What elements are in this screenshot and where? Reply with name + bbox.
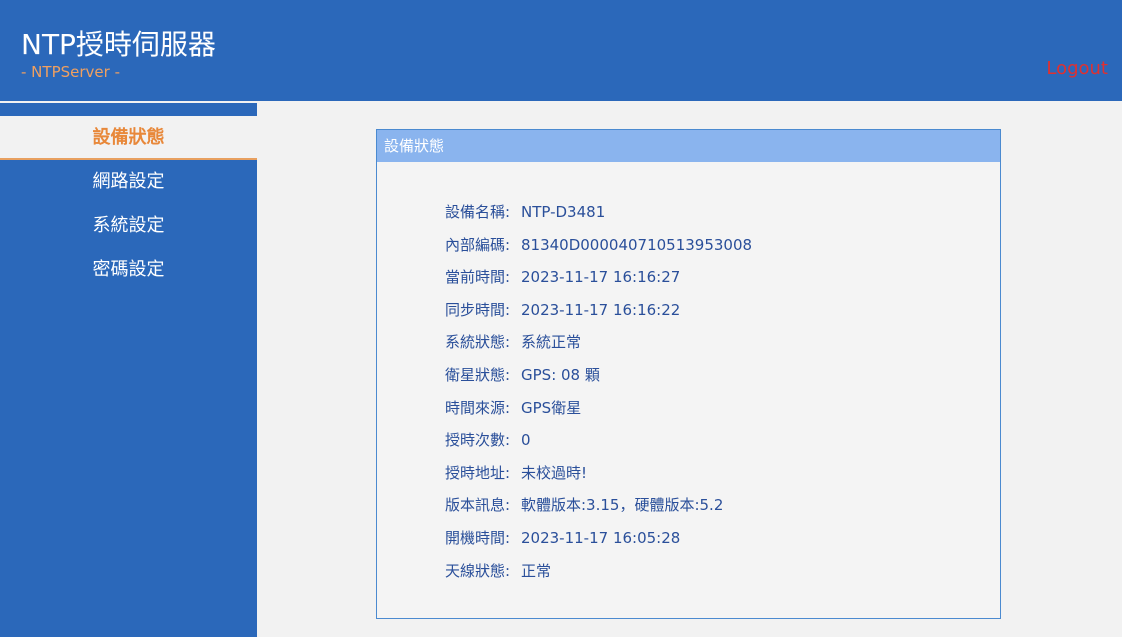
status-row-antenna-status: 天線狀態: 正常 xyxy=(445,555,752,588)
row-label: 系統狀態: xyxy=(445,333,511,352)
app-title: NTP授時伺服器 xyxy=(21,28,216,61)
status-row-timing-address: 授時地址: 未校過時! xyxy=(445,457,752,490)
sidebar-item-system-settings[interactable]: 系統設定 xyxy=(0,204,257,248)
status-row-version-info: 版本訊息: 軟體版本:3.15，硬體版本:5.2 xyxy=(445,489,752,522)
row-value: 軟體版本:3.15，硬體版本:5.2 xyxy=(521,496,724,515)
row-label: 天線狀態: xyxy=(445,561,511,580)
row-label: 開機時間: xyxy=(445,528,511,547)
status-row-system-status: 系統狀態: 系統正常 xyxy=(445,326,752,359)
row-value: 2023-11-17 16:16:27 xyxy=(521,268,681,287)
row-value: 0 xyxy=(521,431,531,450)
sidebar-item-network-settings[interactable]: 網路設定 xyxy=(0,160,257,204)
app-subtitle: - NTPServer - xyxy=(21,63,120,81)
row-value: 正常 xyxy=(521,561,552,580)
row-label: 當前時間: xyxy=(445,268,511,287)
status-row-current-time: 當前時間: 2023-11-17 16:16:27 xyxy=(445,261,752,294)
row-value: 系統正常 xyxy=(521,333,582,352)
row-label: 內部編碼: xyxy=(445,235,511,254)
header-bar: NTP授時伺服器 - NTPServer - Logout xyxy=(0,0,1122,101)
row-label: 授時地址: xyxy=(445,463,511,482)
row-value: 81340D000040710513953008 xyxy=(521,235,753,254)
row-label: 設備名稱: xyxy=(445,203,511,221)
status-row-boot-time: 開機時間: 2023-11-17 16:05:28 xyxy=(445,522,752,555)
row-value: 2023-11-17 16:16:22 xyxy=(521,300,681,319)
status-row-time-source: 時間來源: GPS衛星 xyxy=(445,392,752,425)
status-panel: 設備狀態 設備名稱: NTP-D3481 內部編碼: 81340D0000407… xyxy=(376,129,1001,619)
status-list: 設備名稱: NTP-D3481 內部編碼: 81340D000040710513… xyxy=(445,196,752,587)
status-row-sync-time: 同步時間: 2023-11-17 16:16:22 xyxy=(445,294,752,327)
status-row-timing-count: 授時次數: 0 xyxy=(445,424,752,457)
row-value: GPS: 08 顆 xyxy=(521,365,600,384)
sidebar-item-password-settings[interactable]: 密碼設定 xyxy=(0,248,257,292)
panel-title: 設備狀態 xyxy=(377,130,1000,162)
status-row-internal-code: 內部編碼: 81340D000040710513953008 xyxy=(445,229,752,262)
status-row-satellite-status: 衛星狀態: GPS: 08 顆 xyxy=(445,359,752,392)
sidebar-item-device-status[interactable]: 設備狀態 xyxy=(0,116,257,160)
row-value: 2023-11-17 16:05:28 xyxy=(521,528,681,547)
sidebar: 設備狀態 網路設定 系統設定 密碼設定 xyxy=(0,101,257,637)
logout-link[interactable]: Logout xyxy=(1046,58,1108,80)
row-value: NTP-D3481 xyxy=(521,203,606,221)
row-value: GPS衛星 xyxy=(521,398,582,417)
row-label: 同步時間: xyxy=(445,300,511,319)
row-label: 版本訊息: xyxy=(445,496,511,515)
row-label: 時間來源: xyxy=(445,398,511,417)
row-label: 衛星狀態: xyxy=(445,365,511,384)
status-row-device-name: 設備名稱: NTP-D3481 xyxy=(445,196,752,229)
row-value: 未校過時! xyxy=(521,463,588,482)
row-label: 授時次數: xyxy=(445,431,511,450)
